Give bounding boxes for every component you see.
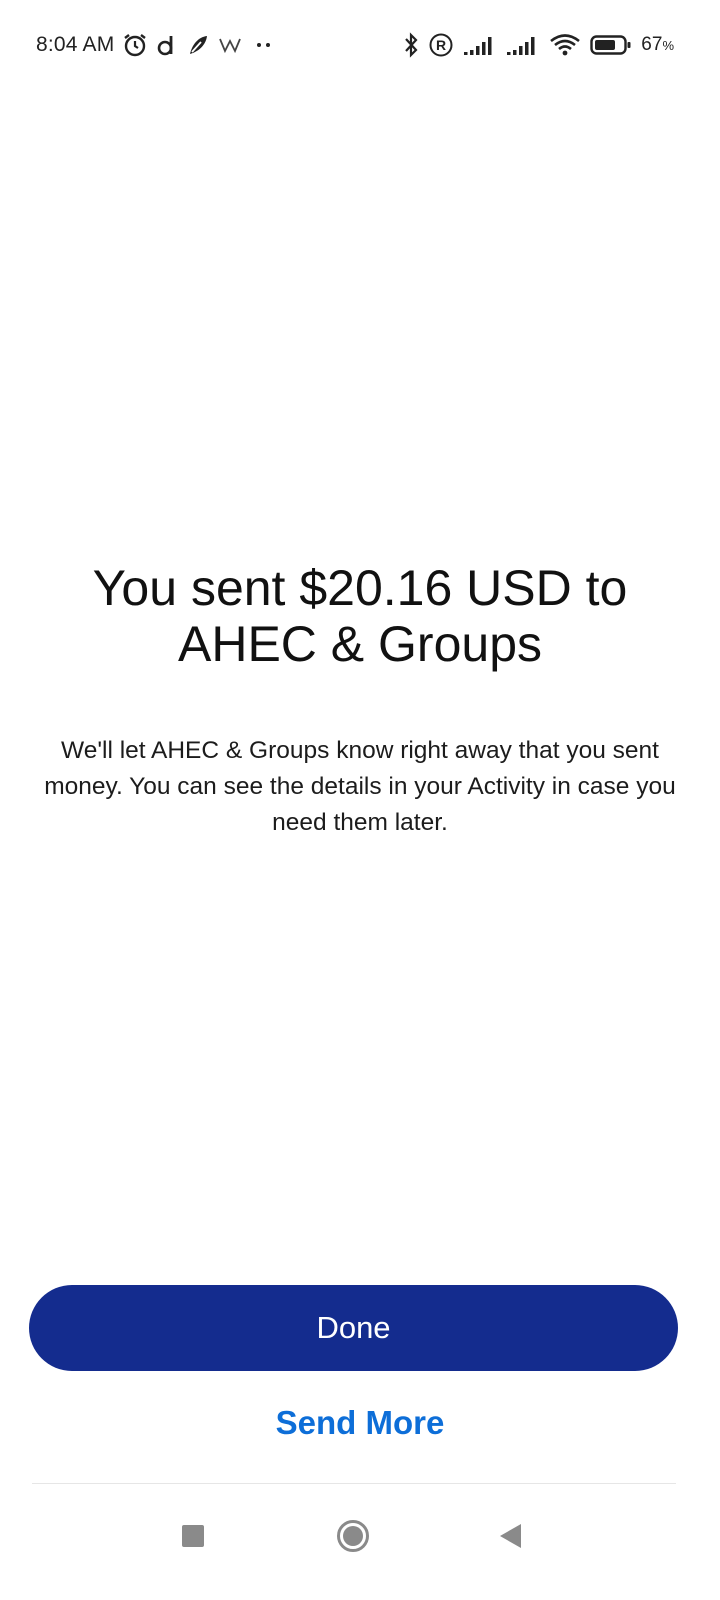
nav-divider xyxy=(32,1483,676,1484)
status-time: 8:04 AM xyxy=(36,33,115,56)
status-right: R 67% xyxy=(403,30,674,60)
confirmation-headline: You sent $20.16 USD to AHEC & Groups xyxy=(92,560,628,672)
battery-icon xyxy=(590,34,632,56)
back-triangle-icon[interactable] xyxy=(481,1506,541,1566)
system-nav-bar xyxy=(0,1490,720,1600)
send-more-link[interactable]: Send More xyxy=(0,1404,720,1442)
w-app-icon xyxy=(218,35,244,55)
signal-2-icon xyxy=(506,34,540,56)
done-button[interactable]: Done xyxy=(29,1285,678,1371)
feather-app-icon xyxy=(186,33,210,57)
more-dots-icon xyxy=(252,40,276,50)
recents-square-icon[interactable] xyxy=(163,1506,223,1566)
status-bar: 8:04 AM R 67% xyxy=(0,0,720,90)
wifi-icon xyxy=(549,33,581,57)
status-left: 8:04 AM xyxy=(36,30,276,60)
done-button-label: Done xyxy=(316,1310,391,1345)
home-circle-icon[interactable] xyxy=(323,1506,383,1566)
signal-1-icon xyxy=(463,34,497,56)
battery-percent: 67% xyxy=(641,34,674,55)
bluetooth-icon xyxy=(403,32,419,58)
d-app-icon xyxy=(156,33,178,57)
svg-text:R: R xyxy=(436,37,446,53)
alarm-icon xyxy=(122,32,148,58)
registered-icon: R xyxy=(428,32,454,58)
confirmation-message: We'll let AHEC & Groups know right away … xyxy=(44,737,676,836)
